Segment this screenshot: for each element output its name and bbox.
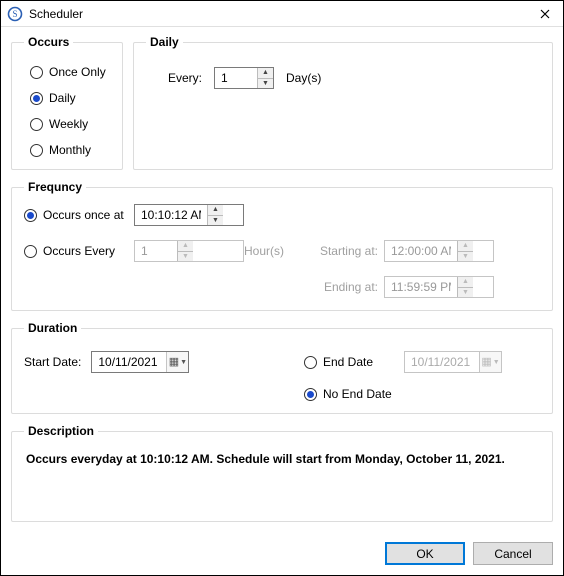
ending-at-input[interactable] — [385, 277, 457, 297]
every-days-input[interactable] — [215, 68, 257, 88]
daily-group: Daily Every: ▲ ▼ Day(s) — [133, 35, 553, 170]
spinner-up[interactable]: ▲ — [458, 241, 473, 252]
radio-icon — [304, 356, 317, 369]
cancel-button[interactable]: Cancel — [473, 542, 553, 565]
radio-icon — [30, 92, 43, 105]
chevron-down-icon: ▼ — [493, 359, 500, 366]
freq-option-label: Occurs once at — [43, 208, 124, 222]
start-date-label: Start Date: — [24, 355, 81, 369]
description-text: Occurs everyday at 10:10:12 AM. Schedule… — [24, 448, 540, 470]
spinner-down[interactable]: ▼ — [178, 252, 193, 262]
frequency-group: Frequncy Occurs once at ▲ ▼ Occurs Ever — [11, 180, 553, 311]
app-icon: S — [7, 6, 23, 22]
freq-option-label: Occurs Every — [43, 244, 115, 258]
occurs-legend: Occurs — [24, 35, 73, 49]
occurs-every-input[interactable] — [135, 241, 177, 261]
spinner-up[interactable]: ▲ — [258, 68, 273, 79]
days-unit-label: Day(s) — [286, 71, 321, 85]
close-button[interactable] — [533, 4, 557, 24]
occurs-option-label: Weekly — [49, 117, 88, 131]
occurs-once-time-spinner[interactable]: ▲ ▼ — [134, 204, 244, 226]
window-title: Scheduler — [29, 7, 533, 21]
spinner-down[interactable]: ▼ — [458, 288, 473, 298]
no-end-date-label: No End Date — [323, 387, 392, 401]
occurs-option-label: Monthly — [49, 143, 91, 157]
occurs-option-once-only[interactable]: Once Only — [30, 65, 110, 79]
dialog-buttons: OK Cancel — [385, 542, 553, 565]
starting-at-input[interactable] — [385, 241, 457, 261]
chevron-down-icon: ▼ — [180, 359, 187, 366]
freq-option-once[interactable]: Occurs once at — [24, 208, 134, 222]
radio-icon — [24, 245, 37, 258]
spinner-up[interactable]: ▲ — [458, 277, 473, 288]
end-date-input[interactable] — [405, 355, 479, 369]
calendar-dropdown-button[interactable]: ▦▼ — [479, 352, 501, 372]
radio-icon — [304, 388, 317, 401]
start-date-input[interactable] — [92, 355, 166, 369]
calendar-dropdown-button[interactable]: ▦▼ — [166, 352, 188, 372]
occurs-option-label: Once Only — [49, 65, 106, 79]
no-end-date-option[interactable]: No End Date — [304, 387, 392, 401]
freq-option-every[interactable]: Occurs Every — [24, 244, 134, 258]
starting-at-spinner[interactable]: ▲ ▼ — [384, 240, 494, 262]
hours-unit-label: Hour(s) — [244, 244, 314, 258]
daily-legend: Daily — [146, 35, 183, 49]
every-days-spinner[interactable]: ▲ ▼ — [214, 67, 274, 89]
close-icon — [540, 9, 550, 19]
description-legend: Description — [24, 424, 98, 438]
radio-icon — [30, 144, 43, 157]
duration-legend: Duration — [24, 321, 81, 335]
description-group: Description Occurs everyday at 10:10:12 … — [11, 424, 553, 522]
radio-icon — [24, 209, 37, 222]
ending-at-label: Ending at: — [314, 280, 384, 294]
occurs-every-spinner[interactable]: ▲ ▼ — [134, 240, 244, 262]
spinner-down[interactable]: ▼ — [258, 79, 273, 89]
frequency-legend: Frequncy — [24, 180, 86, 194]
calendar-icon: ▦ — [169, 357, 179, 368]
starting-at-label: Starting at: — [314, 244, 384, 258]
end-date-option[interactable]: End Date — [304, 355, 394, 369]
occurs-group: Occurs Once Only Daily Weekly — [11, 35, 123, 170]
spinner-down[interactable]: ▼ — [208, 216, 223, 226]
every-label: Every: — [168, 71, 202, 85]
end-date-picker[interactable]: ▦▼ — [404, 351, 502, 373]
end-date-label: End Date — [323, 355, 373, 369]
scheduler-window: S Scheduler Occurs Once Only Daily — [0, 0, 564, 576]
occurs-option-label: Daily — [49, 91, 76, 105]
occurs-option-daily[interactable]: Daily — [30, 91, 110, 105]
calendar-icon: ▦ — [481, 357, 491, 368]
occurs-once-time-input[interactable] — [135, 205, 207, 225]
radio-icon — [30, 66, 43, 79]
ok-button[interactable]: OK — [385, 542, 465, 565]
spinner-down[interactable]: ▼ — [458, 252, 473, 262]
spinner-up[interactable]: ▲ — [178, 241, 193, 252]
radio-icon — [30, 118, 43, 131]
occurs-option-weekly[interactable]: Weekly — [30, 117, 110, 131]
start-date-picker[interactable]: ▦▼ — [91, 351, 189, 373]
titlebar: S Scheduler — [1, 1, 563, 27]
occurs-option-monthly[interactable]: Monthly — [30, 143, 110, 157]
svg-text:S: S — [12, 9, 17, 19]
content-area: Occurs Once Only Daily Weekly — [1, 27, 563, 542]
duration-group: Duration Start Date: ▦▼ End — [11, 321, 553, 414]
ending-at-spinner[interactable]: ▲ ▼ — [384, 276, 494, 298]
spinner-up[interactable]: ▲ — [208, 205, 223, 216]
